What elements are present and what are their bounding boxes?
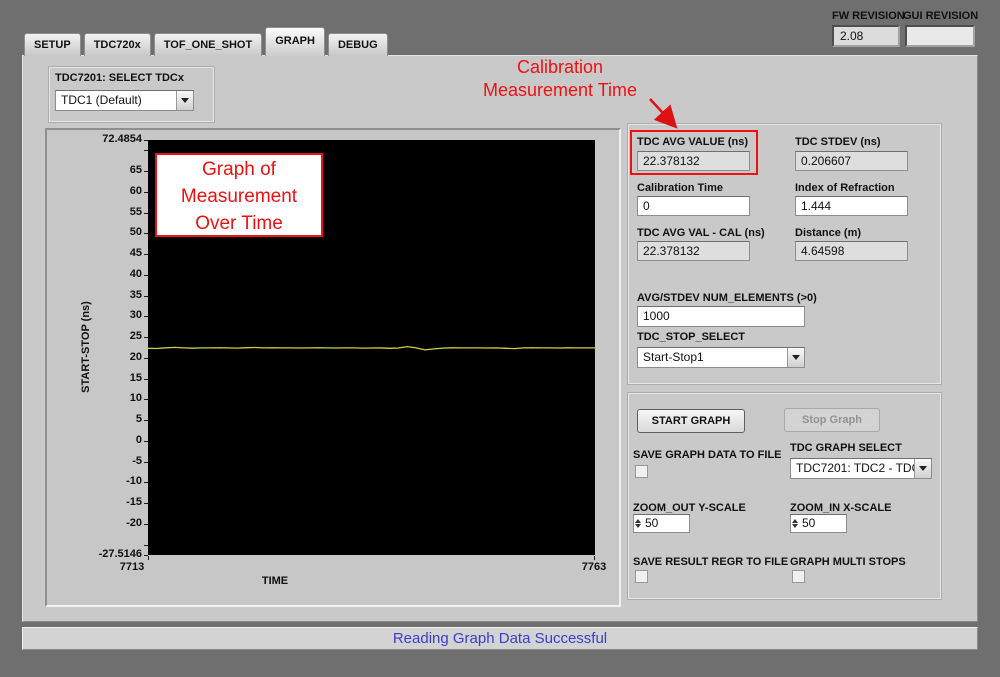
y-tick-label: 40 [58, 268, 142, 280]
num-elements-label: AVG/STDEV NUM_ELEMENTS (>0) [637, 292, 817, 304]
y-tick-label: 35 [58, 289, 142, 301]
y-tick-label: 5 [58, 413, 142, 425]
y-tick-label: -20 [58, 517, 142, 529]
zoom-in-label: ZOOM_IN X-SCALE [790, 502, 891, 514]
calibration-annotation-line2: Measurement Time [430, 80, 690, 101]
avg-minus-cal-field: 22.378132 [637, 241, 750, 261]
tab-tof_one_shot[interactable]: TOF_ONE_SHOT [154, 33, 262, 56]
status-text: Reading Graph Data Successful [393, 630, 607, 647]
calibration-time-label: Calibration Time [637, 182, 723, 194]
num-elements-input[interactable]: 1000 [637, 306, 805, 327]
measurement-trace [148, 347, 595, 350]
stop-select-label: TDC_STOP_SELECT [637, 331, 745, 343]
multi-stops-checkbox[interactable] [792, 570, 805, 583]
stop-select-value: Start-Stop1 [638, 348, 787, 367]
fw-revision-label: FW REVISION [832, 10, 905, 22]
index-refraction-input[interactable]: 1.444 [795, 196, 908, 216]
status-bar: Reading Graph Data Successful [22, 627, 978, 650]
graph-note-annotation: Graph of Measurement Over Time [155, 153, 323, 237]
y-tick-label: 50 [58, 226, 142, 238]
start-graph-button[interactable]: START GRAPH [637, 409, 745, 433]
x-min-label: 7713 [104, 561, 160, 573]
y-tick-label: 30 [58, 309, 142, 321]
graph-select-dropdown[interactable]: TDC7201: TDC2 - TDC1 [790, 458, 932, 479]
y-tick-label: 15 [58, 372, 142, 384]
y-tick-label: 55 [58, 206, 142, 218]
y-tick-label: 20 [58, 351, 142, 363]
distance-field: 4.64598 [795, 241, 908, 261]
save-regr-label: SAVE RESULT REGR TO FILE [633, 556, 788, 568]
tab-tdc720x[interactable]: TDC720x [84, 33, 151, 56]
spinner-icon[interactable] [635, 519, 643, 528]
y-tick-label: 45 [58, 247, 142, 259]
graph-select-value: TDC7201: TDC2 - TDC1 [791, 459, 914, 478]
zoom-in-value: 50 [802, 515, 815, 532]
graph-note-line3: Over Time [157, 210, 321, 237]
x-axis-title: TIME [240, 575, 310, 587]
x-max-label: 7763 [566, 561, 622, 573]
chevron-down-icon [919, 466, 927, 471]
gui-revision-field [905, 25, 975, 47]
chevron-down-icon [181, 98, 189, 103]
y-tick-label: 0 [58, 434, 142, 446]
y-tick-label: 10 [58, 392, 142, 404]
y-tick-label: -15 [58, 496, 142, 508]
zoom-out-input[interactable]: 50 [633, 514, 690, 533]
chevron-down-icon [792, 355, 800, 360]
tdc-avg-field: 22.378132 [637, 151, 750, 171]
tab-strip: SETUPTDC720xTOF_ONE_SHOTGRAPHDEBUG [24, 27, 388, 56]
graph-note-line1: Graph of [157, 156, 321, 183]
tdc-stdev-field: 0.206607 [795, 151, 908, 171]
tdc-stdev-label: TDC STDEV (ns) [795, 136, 881, 148]
stop-graph-button: Stop Graph [784, 408, 880, 432]
y-tick-label: 60 [58, 185, 142, 197]
y-tick-label: 72.4854 [58, 133, 142, 145]
stop-select-dropdown-button[interactable] [787, 348, 804, 367]
select-tdc-label: TDC7201: SELECT TDCx [55, 72, 184, 84]
y-tick-label: -5 [58, 455, 142, 467]
application-window: { "window": { "frame_color": "#6f6f6f", … [0, 0, 1000, 677]
select-tdc-value: TDC1 (Default) [56, 91, 176, 110]
graph-note-line2: Measurement [157, 183, 321, 210]
select-tdc-dropdown-button[interactable] [176, 91, 193, 110]
tab-graph[interactable]: GRAPH [265, 27, 325, 56]
save-graph-label: SAVE GRAPH DATA TO FILE [633, 449, 782, 461]
zoom-out-value: 50 [645, 515, 658, 532]
x-tick-mark [148, 556, 149, 560]
graph-select-label: TDC GRAPH SELECT [790, 442, 902, 454]
spinner-icon[interactable] [792, 519, 800, 528]
calibration-time-input[interactable]: 0 [637, 196, 750, 216]
fw-revision-field: 2.08 [832, 25, 900, 47]
calibration-annotation-line1: Calibration [430, 57, 690, 78]
y-tick-label: -10 [58, 475, 142, 487]
y-tick-label: 25 [58, 330, 142, 342]
index-refraction-label: Index of Refraction [795, 182, 895, 194]
distance-label: Distance (m) [795, 227, 861, 239]
y-tick-label: -27.5146 [58, 548, 142, 560]
stop-select-dropdown[interactable]: Start-Stop1 [637, 347, 805, 368]
zoom-out-label: ZOOM_OUT Y-SCALE [633, 502, 746, 514]
tab-setup[interactable]: SETUP [24, 33, 81, 56]
zoom-in-input[interactable]: 50 [790, 514, 847, 533]
gui-revision-label: GUI REVISION [903, 10, 978, 22]
avg-minus-cal-label: TDC AVG VAL - CAL (ns) [637, 227, 765, 239]
graph-select-dropdown-button[interactable] [914, 459, 931, 478]
x-tick-mark [594, 556, 595, 560]
multi-stops-label: GRAPH MULTI STOPS [790, 556, 906, 568]
tab-debug[interactable]: DEBUG [328, 33, 388, 56]
tdc-avg-label: TDC AVG VALUE (ns) [637, 136, 748, 148]
save-graph-checkbox[interactable] [635, 465, 648, 478]
select-tdc-dropdown[interactable]: TDC1 (Default) [55, 90, 194, 111]
y-tick-label: 65 [58, 164, 142, 176]
save-regr-checkbox[interactable] [635, 570, 648, 583]
